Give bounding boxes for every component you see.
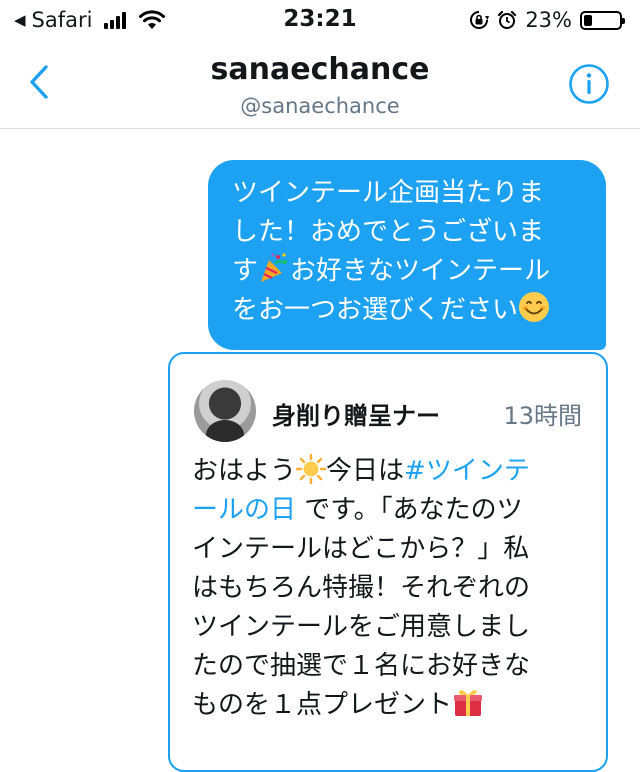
quote-line: はもちろん特撮！それぞれの (192, 573, 531, 603)
message-text: す (232, 256, 259, 286)
quote-text: です。「あなたのツ (296, 495, 523, 525)
battery-icon (580, 10, 625, 30)
avatar[interactable] (194, 380, 256, 442)
hashtag-link[interactable]: ールの日 (192, 495, 296, 525)
quote-line: インテールはどこから？」私 (192, 534, 530, 564)
battery-percent: 23% (525, 8, 572, 32)
quote-line: たので抽選で１名にお好きな (192, 651, 531, 681)
quote-line: ツインテールをご用意しまし (192, 612, 531, 642)
quoted-timestamp: 13時間 (503, 402, 582, 430)
message-bubble[interactable]: ツインテール企画当たりま した！おめでとうございま す お好きなツインテール を… (208, 160, 606, 350)
quote-line: おはよう 今日は#ツインテ (192, 452, 592, 491)
hashtag-link[interactable]: #ツインテ (404, 456, 530, 486)
quote-line: ものを１点プレゼント (192, 686, 592, 725)
message-line: ツインテール企画当たりま (232, 178, 545, 208)
message-text: お好きなツインテール (290, 256, 551, 286)
battery-level (584, 14, 592, 26)
quote-line: ールの日 です。「あなたのツ (192, 491, 592, 530)
message-line: をお一つお選びください (232, 291, 586, 330)
quote-text: ものを１点プレゼント (192, 690, 453, 720)
message-text: をお一つお選びください (232, 295, 519, 325)
sun-emoji (296, 454, 327, 484)
quote-text: おはよう (192, 456, 297, 486)
quote-text: 今日は (326, 456, 405, 486)
message-line: した！おめでとうございま (232, 217, 545, 247)
rotation-lock-icon (470, 11, 490, 29)
conversation-title: sanaechance (210, 52, 430, 87)
message-line: す お好きなツインテール (232, 252, 586, 291)
party-popper-emoji (261, 253, 288, 282)
quoted-author-name: 身削り贈呈ナー (272, 402, 440, 430)
alarm-icon (498, 10, 517, 29)
conversation-header: sanaechance @sanaechance (0, 44, 640, 129)
quoted-tweet-card[interactable]: 身削り贈呈ナー 13時間 おはよう 今日は#ツインテ ールの日 です。「あなたの… (168, 352, 608, 772)
conversation-handle: @sanaechance (240, 94, 400, 118)
smiling-face-emoji (519, 292, 550, 322)
quoted-tweet-text: おはよう 今日は#ツインテ ールの日 です。「あなたのツ インテールはどこから？… (192, 452, 592, 725)
status-bar: ◀ Safari 23:21 23% (0, 0, 640, 44)
gift-emoji (454, 690, 483, 716)
info-icon[interactable] (568, 63, 610, 105)
